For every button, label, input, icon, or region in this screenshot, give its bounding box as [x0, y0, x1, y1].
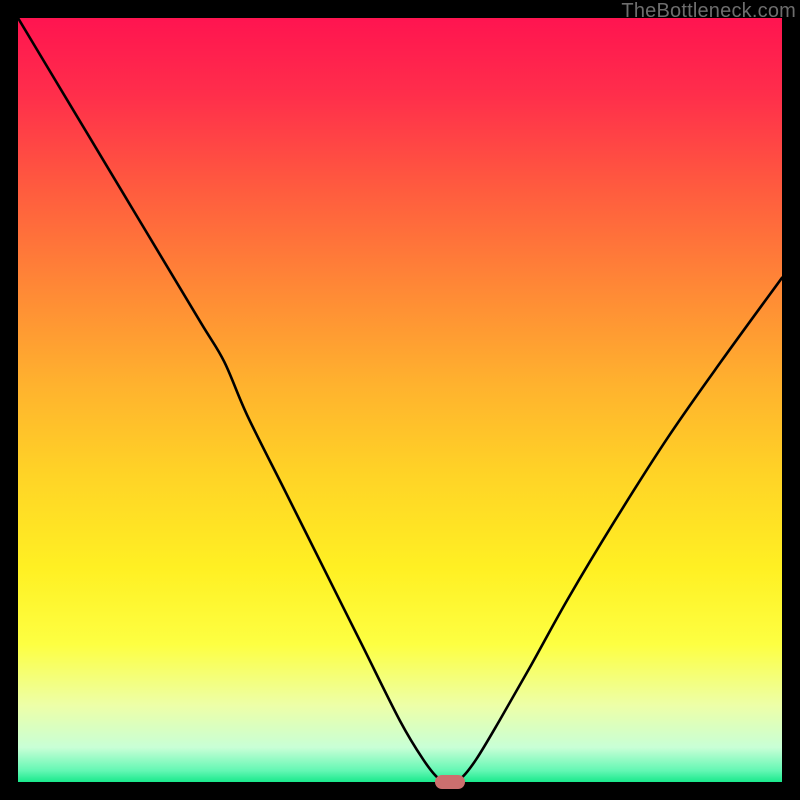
minimum-marker — [435, 775, 465, 789]
chart-container: TheBottleneck.com — [0, 0, 800, 800]
bottleneck-curve — [18, 18, 782, 782]
attribution-text: TheBottleneck.com — [621, 0, 796, 23]
curve-layer — [18, 18, 782, 782]
plot-area — [18, 18, 782, 782]
